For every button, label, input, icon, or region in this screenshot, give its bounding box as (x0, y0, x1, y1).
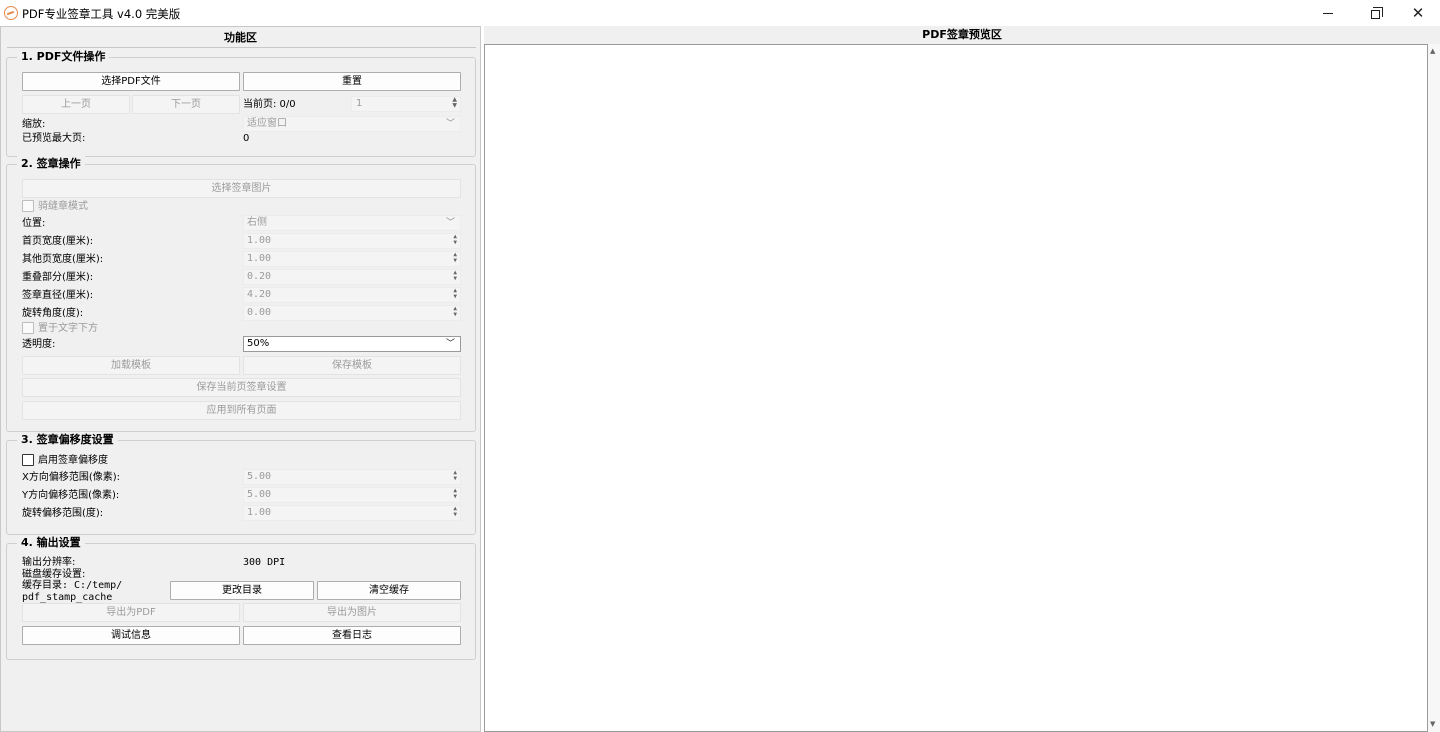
output-settings-group: 4. 输出设置 输出分辨率: 300 DPI 磁盘缓存设置: 缓存目录: C:/… (6, 535, 476, 660)
opacity-select-value: 50% (247, 338, 270, 349)
stamp-diameter-spinbox[interactable]: 4.20 ▲ ▼ (243, 287, 461, 303)
divider (7, 47, 476, 48)
seam-mode-checkbox[interactable] (22, 200, 34, 212)
function-panel-title: 功能区 (224, 31, 257, 44)
view-log-button[interactable]: 查看日志 (243, 626, 461, 645)
page-spinbox-value: 1 (356, 98, 363, 109)
clear-cache-button[interactable]: 清空缓存 (317, 581, 461, 600)
spin-arrows-icon[interactable]: ▲ ▼ (452, 97, 457, 109)
reset-button[interactable]: 重置 (243, 72, 461, 91)
spin-arrows-icon[interactable]: ▲ ▼ (453, 488, 457, 500)
chevron-down-icon: ﹀ (445, 339, 455, 349)
save-template-button[interactable]: 保存模板 (243, 356, 461, 375)
first-page-width-spinbox[interactable]: 1.00 ▲ ▼ (243, 233, 461, 249)
other-page-width-spinbox[interactable]: 1.00 ▲ ▼ (243, 251, 461, 267)
below-text-checkbox[interactable] (22, 322, 34, 334)
page-spinbox[interactable]: 1 ▲ ▼ (351, 96, 461, 112)
zoom-select[interactable]: 适应窗口 ﹀ (243, 116, 461, 132)
y-offset-label: Y方向偏移范围(像素): (22, 490, 120, 501)
rotation-label: 旋转角度(度): (22, 308, 84, 319)
zoom-select-value: 适应窗口 (247, 118, 287, 129)
prev-page-button[interactable]: 上一页 (22, 95, 130, 114)
x-offset-spinbox[interactable]: 5.00 ▲ ▼ (243, 469, 461, 485)
close-icon: ✕ (1411, 4, 1425, 22)
max-preview-label: 已预览最大页: (22, 133, 86, 144)
export-image-button[interactable]: 导出为图片 (243, 603, 461, 622)
rotation-offset-spinbox[interactable]: 1.00 ▲ ▼ (243, 505, 461, 521)
save-current-page-stamp-button[interactable]: 保存当前页签章设置 (22, 378, 461, 397)
close-button[interactable]: ✕ (1395, 0, 1440, 26)
spin-arrows-icon[interactable]: ▲ ▼ (453, 270, 457, 282)
pdf-file-operations-group: 1. PDF文件操作 选择PDF文件 重置 上一页 下一页 当前页: 0/0 1… (6, 49, 476, 157)
title-bar: PDF专业签章工具 v4.0 完美版 ✕ (0, 0, 1440, 26)
output-dpi-value: 300 DPI (243, 557, 286, 568)
group-title: 1. PDF文件操作 (17, 49, 110, 65)
rotation-offset-value: 1.00 (247, 507, 272, 518)
spin-arrows-icon[interactable]: ▲ ▼ (453, 306, 457, 318)
position-select[interactable]: 右侧 ﹀ (243, 215, 461, 231)
change-directory-button[interactable]: 更改目录 (170, 581, 314, 600)
scroll-down-icon[interactable]: ▼ (1430, 720, 1435, 728)
spin-arrows-icon[interactable]: ▲ ▼ (453, 252, 457, 264)
x-offset-label: X方向偏移范围(像素): (22, 472, 121, 483)
app-stamp-icon (4, 6, 18, 20)
preview-panel: PDF签章预览区 ▲ ▼ (484, 26, 1440, 732)
current-page-label: 当前页: 0/0 (243, 99, 296, 110)
position-select-value: 右侧 (247, 217, 267, 228)
group-title: 2. 签章操作 (17, 156, 85, 172)
export-pdf-button[interactable]: 导出为PDF (22, 603, 240, 622)
x-offset-value: 5.00 (247, 471, 272, 482)
overlap-spinbox[interactable]: 0.20 ▲ ▼ (243, 269, 461, 285)
first-page-width-label: 首页宽度(厘米): (22, 236, 94, 247)
chevron-down-icon: ﹀ (445, 218, 455, 228)
rotation-spinbox[interactable]: 0.00 ▲ ▼ (243, 305, 461, 321)
rotation-value: 0.00 (247, 307, 272, 318)
max-preview-value: 0 (243, 133, 250, 144)
y-offset-value: 5.00 (247, 489, 272, 500)
stamp-diameter-label: 签章直径(厘米): (22, 290, 94, 301)
other-page-width-label: 其他页宽度(厘米): (22, 254, 104, 265)
zoom-label: 缩放: (22, 119, 46, 130)
function-panel: 功能区 1. PDF文件操作 选择PDF文件 重置 上一页 下一页 当前页: 0… (0, 26, 481, 732)
enable-offset-checkbox[interactable] (22, 454, 34, 466)
maximize-button[interactable] (1352, 0, 1398, 26)
below-text-label: 置于文字下方 (38, 323, 98, 334)
restore-icon (1370, 6, 1383, 19)
load-template-button[interactable]: 加载模板 (22, 356, 240, 375)
first-page-width-value: 1.00 (247, 235, 272, 246)
chevron-down-icon: ﹀ (445, 119, 455, 129)
overlap-label: 重叠部分(厘米): (22, 272, 94, 283)
window-title: PDF专业签章工具 v4.0 完美版 (22, 7, 181, 21)
other-page-width-value: 1.00 (247, 253, 272, 264)
y-offset-spinbox[interactable]: 5.00 ▲ ▼ (243, 487, 461, 503)
stamp-offset-group: 3. 签章偏移度设置 启用签章偏移度 X方向偏移范围(像素): 5.00 ▲ ▼ … (6, 432, 476, 535)
stamp-operations-group: 2. 签章操作 选择签章图片 骑缝章模式 位置: 右侧 ﹀ 首页宽度(厘米): … (6, 156, 476, 432)
spin-arrows-icon[interactable]: ▲ ▼ (453, 470, 457, 482)
position-label: 位置: (22, 218, 46, 229)
opacity-label: 透明度: (22, 339, 56, 350)
spin-arrows-icon[interactable]: ▲ ▼ (453, 288, 457, 300)
overlap-value: 0.20 (247, 271, 272, 282)
rotation-offset-label: 旋转偏移范围(度): (22, 508, 104, 519)
preview-scrollbar[interactable]: ▲ ▼ (1428, 44, 1440, 732)
enable-offset-label: 启用签章偏移度 (38, 455, 108, 466)
minimize-button[interactable] (1305, 0, 1351, 26)
select-stamp-image-button[interactable]: 选择签章图片 (22, 179, 461, 198)
preview-panel-title: PDF签章预览区 (922, 28, 1002, 41)
apply-to-all-pages-button[interactable]: 应用到所有页面 (22, 401, 461, 420)
scroll-up-icon[interactable]: ▲ (1430, 47, 1435, 55)
group-title: 4. 输出设置 (17, 535, 85, 551)
debug-info-button[interactable]: 调试信息 (22, 626, 240, 645)
pdf-preview-canvas[interactable] (484, 44, 1428, 732)
opacity-select[interactable]: 50% ﹀ (243, 336, 461, 352)
next-page-button[interactable]: 下一页 (132, 95, 240, 114)
select-pdf-button[interactable]: 选择PDF文件 (22, 72, 240, 91)
spin-arrows-icon[interactable]: ▲ ▼ (453, 234, 457, 246)
stamp-diameter-value: 4.20 (247, 289, 272, 300)
group-title: 3. 签章偏移度设置 (17, 432, 118, 448)
spin-arrows-icon[interactable]: ▲ ▼ (453, 506, 457, 518)
seam-mode-label: 骑缝章模式 (38, 201, 88, 212)
